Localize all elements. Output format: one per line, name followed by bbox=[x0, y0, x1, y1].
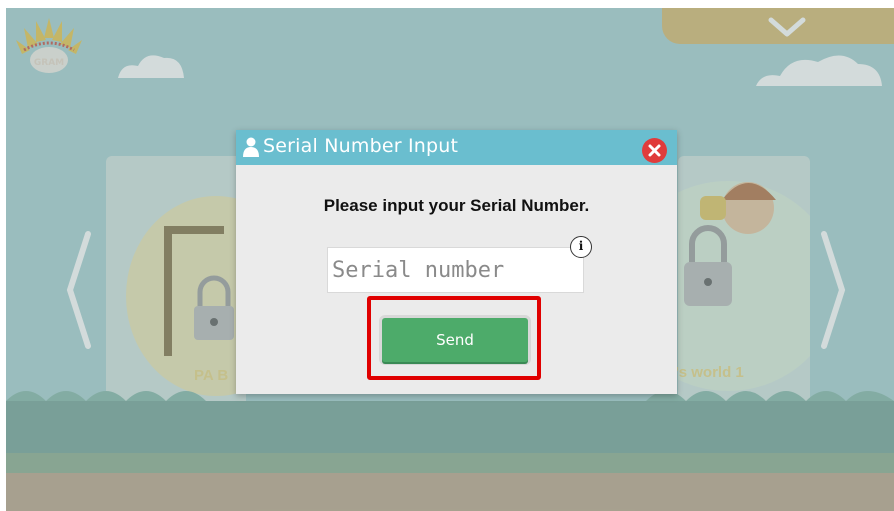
dialog-message: Please input your Serial Number. bbox=[323, 196, 590, 215]
close-icon bbox=[648, 144, 661, 157]
user-icon bbox=[243, 137, 259, 157]
close-button[interactable] bbox=[642, 138, 667, 163]
send-button[interactable]: Send bbox=[382, 318, 528, 362]
dialog-header: Serial Number Input bbox=[236, 130, 677, 165]
serial-number-input[interactable] bbox=[328, 248, 583, 292]
serial-number-field bbox=[327, 247, 584, 293]
info-icon[interactable]: i bbox=[570, 236, 592, 258]
dialog-title: Serial Number Input bbox=[263, 135, 459, 157]
